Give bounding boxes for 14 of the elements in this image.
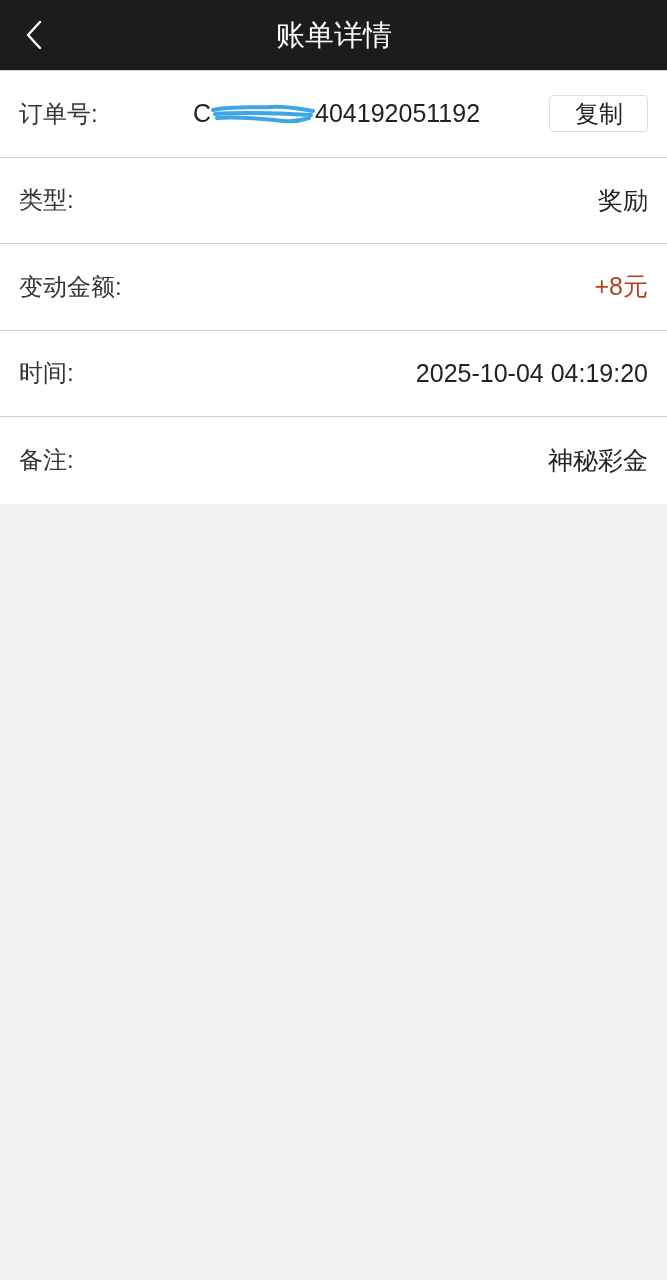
field-value: 神秘彩金 — [548, 444, 648, 476]
field-value: 奖励 — [598, 184, 648, 216]
field-label: 类型: — [19, 185, 75, 216]
field-label: 时间: — [19, 358, 75, 389]
page-title: 账单详情 — [275, 18, 392, 53]
copy-button[interactable]: 复制 — [549, 95, 648, 133]
field-label: 备注: — [19, 445, 75, 476]
field-value: 2025-10-04 04:19:20 — [415, 358, 648, 388]
order-number-end: 404192051192 — [315, 99, 481, 129]
field-label: 订单号: — [19, 98, 99, 129]
amount-value: +8元 — [594, 271, 648, 303]
field-label: 变动金额: — [19, 271, 123, 302]
back-icon — [26, 21, 42, 49]
order-number-start: C — [193, 99, 212, 129]
